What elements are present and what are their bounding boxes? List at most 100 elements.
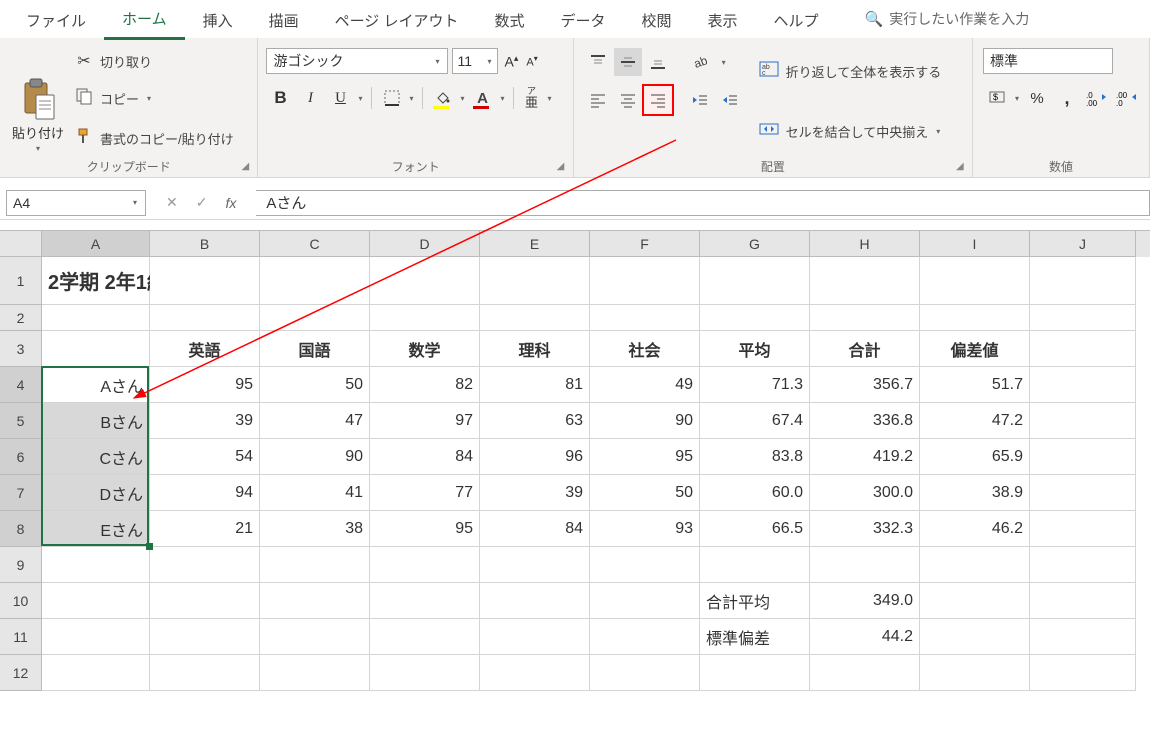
cell-F3[interactable]: 社会: [590, 331, 700, 367]
cell-H3[interactable]: 合計: [810, 331, 920, 367]
cell-C3[interactable]: 国語: [260, 331, 370, 367]
cell-I1[interactable]: [920, 257, 1030, 305]
menu-tab-6[interactable]: データ: [543, 0, 624, 39]
increase-indent-button[interactable]: [716, 86, 744, 114]
cell-B3[interactable]: 英語: [150, 331, 260, 367]
align-left-button[interactable]: [584, 86, 612, 114]
dialog-launcher-icon[interactable]: ◢: [241, 161, 253, 173]
cell-J9[interactable]: [1030, 547, 1136, 583]
column-header-F[interactable]: F: [590, 231, 700, 257]
cell-G10[interactable]: 合計平均: [700, 583, 810, 619]
cell-I12[interactable]: [920, 655, 1030, 691]
cell-E7[interactable]: 39: [480, 475, 590, 511]
cell-C7[interactable]: 41: [260, 475, 370, 511]
row-header-10[interactable]: 10: [0, 583, 42, 619]
cell-I7[interactable]: 38.9: [920, 475, 1030, 511]
cell-J11[interactable]: [1030, 619, 1136, 655]
cell-H6[interactable]: 419.2: [810, 439, 920, 475]
cell-C1[interactable]: [260, 257, 370, 305]
cell-J7[interactable]: [1030, 475, 1136, 511]
cell-I5[interactable]: 47.2: [920, 403, 1030, 439]
cell-C5[interactable]: 47: [260, 403, 370, 439]
cell-H10[interactable]: 349.0: [810, 583, 920, 619]
cell-J4[interactable]: [1030, 367, 1136, 403]
dialog-launcher-icon[interactable]: ◢: [956, 161, 968, 173]
cell-A5[interactable]: Bさん: [42, 403, 150, 439]
cell-A7[interactable]: Dさん: [42, 475, 150, 511]
cell-A8[interactable]: Eさん: [42, 511, 150, 547]
tell-me-search[interactable]: 🔍 実行したい作業を入力: [865, 9, 1030, 29]
decrease-decimal-button[interactable]: .00.0: [1113, 84, 1141, 112]
formula-input[interactable]: Aさん: [256, 190, 1150, 216]
column-header-H[interactable]: H: [810, 231, 920, 257]
column-header-E[interactable]: E: [480, 231, 590, 257]
cell-G9[interactable]: [700, 547, 810, 583]
cell-C11[interactable]: [260, 619, 370, 655]
cell-E12[interactable]: [480, 655, 590, 691]
bold-button[interactable]: B: [266, 84, 294, 112]
decrease-font-button[interactable]: A▾: [524, 54, 539, 69]
menu-tab-4[interactable]: ページ レイアウト: [317, 0, 477, 39]
cell-H9[interactable]: [810, 547, 920, 583]
align-right-button[interactable]: [644, 86, 672, 114]
cell-I4[interactable]: 51.7: [920, 367, 1030, 403]
cell-D5[interactable]: 97: [370, 403, 480, 439]
fill-color-button[interactable]: [429, 84, 457, 112]
number-format-select[interactable]: 標準: [983, 48, 1113, 74]
spreadsheet-grid[interactable]: ABCDEFGHIJ 12学期 2年1組 中間試験成績表23英語国語数学理科社会…: [0, 230, 1150, 691]
cell-C2[interactable]: [260, 305, 370, 331]
align-top-button[interactable]: [584, 48, 612, 76]
cell-I9[interactable]: [920, 547, 1030, 583]
cell-H11[interactable]: 44.2: [810, 619, 920, 655]
cell-J10[interactable]: [1030, 583, 1136, 619]
cell-I3[interactable]: 偏差値: [920, 331, 1030, 367]
font-color-button[interactable]: A: [469, 84, 497, 112]
cell-F10[interactable]: [590, 583, 700, 619]
copy-button[interactable]: コピー ▾: [74, 87, 234, 110]
cell-E1[interactable]: [480, 257, 590, 305]
merge-center-button[interactable]: セルを結合して中央揃え ▾: [758, 120, 943, 143]
wrap-text-button[interactable]: abc 折り返して全体を表示する: [758, 60, 943, 83]
cell-D7[interactable]: 77: [370, 475, 480, 511]
cell-J8[interactable]: [1030, 511, 1136, 547]
cell-D4[interactable]: 82: [370, 367, 480, 403]
cell-G11[interactable]: 標準偏差: [700, 619, 810, 655]
cell-H4[interactable]: 356.7: [810, 367, 920, 403]
row-header-11[interactable]: 11: [0, 619, 42, 655]
row-header-8[interactable]: 8: [0, 511, 42, 547]
align-center-button[interactable]: [614, 86, 642, 114]
cell-J1[interactable]: [1030, 257, 1136, 305]
chevron-down-icon[interactable]: ▾: [408, 94, 416, 103]
cell-B5[interactable]: 39: [150, 403, 260, 439]
chevron-down-icon[interactable]: ▾: [499, 94, 507, 103]
cell-I8[interactable]: 46.2: [920, 511, 1030, 547]
cell-B9[interactable]: [150, 547, 260, 583]
cell-H2[interactable]: [810, 305, 920, 331]
cell-B2[interactable]: [150, 305, 260, 331]
align-bottom-button[interactable]: [644, 48, 672, 76]
row-header-12[interactable]: 12: [0, 655, 42, 691]
format-painter-button[interactable]: 書式のコピー/貼り付け: [74, 127, 234, 150]
cell-A9[interactable]: [42, 547, 150, 583]
cell-D2[interactable]: [370, 305, 480, 331]
name-box[interactable]: A4 ▾: [6, 190, 146, 216]
phonetic-guide-button[interactable]: ア 亜: [520, 84, 544, 112]
chevron-down-icon[interactable]: ▾: [356, 94, 364, 103]
enter-formula-icon[interactable]: ✓: [196, 194, 208, 211]
increase-decimal-button[interactable]: .0.00: [1083, 84, 1111, 112]
orientation-button[interactable]: ab: [686, 48, 718, 76]
paste-button[interactable]: 貼り付け ▾: [8, 42, 68, 159]
cell-C6[interactable]: 90: [260, 439, 370, 475]
cell-I6[interactable]: 65.9: [920, 439, 1030, 475]
cell-G6[interactable]: 83.8: [700, 439, 810, 475]
cell-E8[interactable]: 84: [480, 511, 590, 547]
cell-I10[interactable]: [920, 583, 1030, 619]
accounting-format-button[interactable]: $: [983, 84, 1011, 112]
cell-D9[interactable]: [370, 547, 480, 583]
cell-C9[interactable]: [260, 547, 370, 583]
cell-D6[interactable]: 84: [370, 439, 480, 475]
cell-C10[interactable]: [260, 583, 370, 619]
cell-F7[interactable]: 50: [590, 475, 700, 511]
cell-D3[interactable]: 数学: [370, 331, 480, 367]
menu-tab-5[interactable]: 数式: [476, 0, 542, 39]
